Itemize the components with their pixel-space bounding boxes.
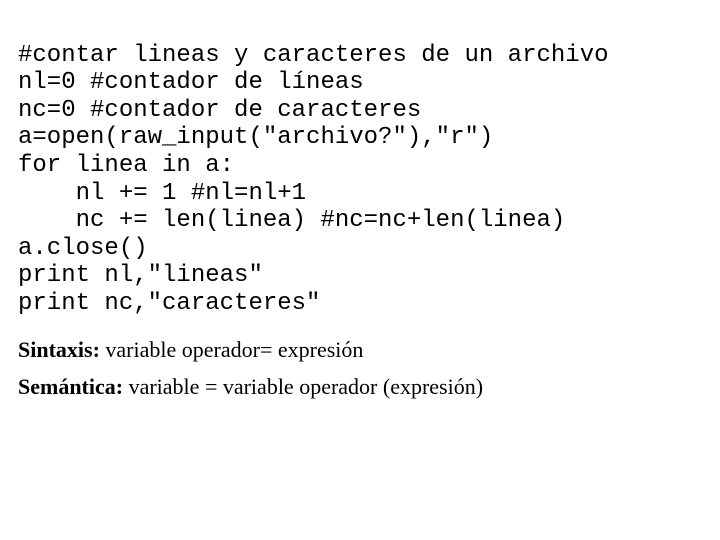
syntax-label: Sintaxis: [18, 337, 100, 362]
code-line: a.close() [18, 235, 148, 262]
code-line: #contar lineas y caracteres de un archiv… [18, 42, 609, 69]
code-line: for linea in a: [18, 152, 234, 179]
semantics-note: Semántica: variable = variable operador … [18, 373, 702, 401]
code-line: nc=0 #contador de caracteres [18, 97, 421, 124]
code-line: nc += len(linea) #nc=nc+len(linea) [18, 207, 565, 234]
code-line: print nl,"lineas" [18, 262, 263, 289]
code-line: a=open(raw_input("archivo?"),"r") [18, 124, 493, 151]
semantics-label: Semántica: [18, 374, 123, 399]
syntax-note: Sintaxis: variable operador= expresión [18, 336, 702, 364]
document-page: #contar lineas y caracteres de un archiv… [0, 0, 720, 425]
code-block: #contar lineas y caracteres de un archiv… [18, 14, 702, 318]
code-line: nl=0 #contador de líneas [18, 69, 364, 96]
syntax-text: variable operador= expresión [100, 337, 363, 362]
semantics-text: variable = variable operador (expresión) [123, 374, 483, 399]
code-line: print nc,"caracteres" [18, 290, 320, 317]
code-line: nl += 1 #nl=nl+1 [18, 180, 306, 207]
